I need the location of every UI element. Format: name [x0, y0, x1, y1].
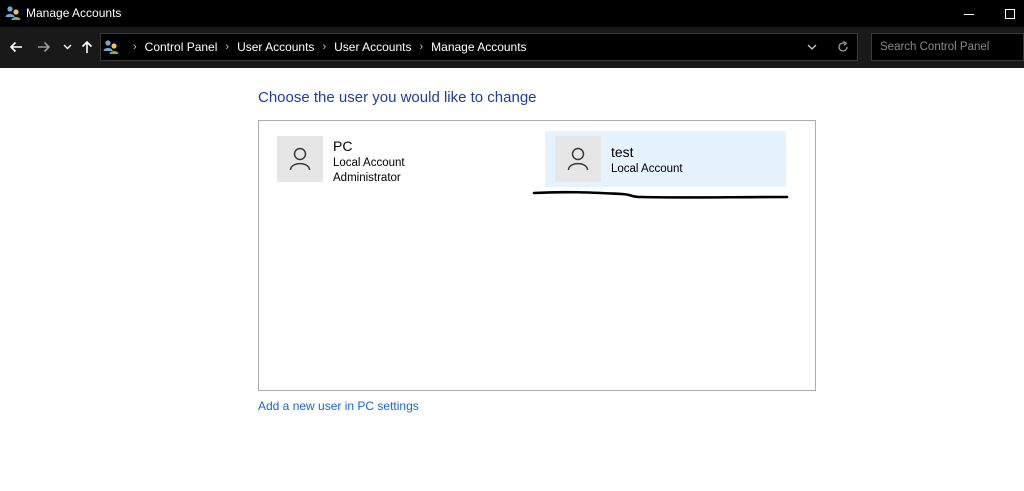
user-accounts-icon [5, 6, 21, 20]
account-type: Local Account [333, 157, 405, 169]
up-arrow-icon [81, 40, 93, 53]
chevron-right-icon: › [322, 41, 327, 53]
chevron-right-icon: › [225, 41, 230, 53]
breadcrumb-manage-accounts[interactable]: Manage Accounts [431, 40, 526, 54]
address-history-button[interactable] [805, 41, 819, 53]
maximize-icon [1005, 8, 1015, 19]
account-role: Administrator [333, 172, 401, 184]
forward-button[interactable] [35, 37, 53, 57]
chevron-right-icon: › [419, 41, 424, 53]
breadcrumb: › Control Panel › User Accounts › User A… [125, 34, 527, 60]
window-title: Manage Accounts [26, 6, 122, 20]
chevron-down-icon [63, 44, 71, 50]
minimize-icon [964, 14, 974, 15]
page-title: Choose the user you would like to change [258, 89, 537, 106]
forward-arrow-icon [38, 41, 51, 53]
account-type: Local Account [611, 163, 683, 175]
user-accounts-icon [103, 40, 119, 54]
account-name: PC [333, 138, 353, 154]
hand-drawn-underline [532, 190, 789, 199]
refresh-icon [838, 41, 848, 52]
chevron-down-icon [807, 44, 817, 50]
search-input[interactable] [871, 33, 1024, 61]
maximize-button[interactable] [995, 0, 1024, 27]
user-icon [289, 147, 311, 171]
recent-locations-button[interactable] [61, 37, 73, 57]
accounts-list: PC Local Account Administrator test Loca… [258, 120, 816, 391]
avatar [555, 136, 601, 182]
user-icon [567, 147, 589, 171]
address-bar[interactable]: › Control Panel › User Accounts › User A… [100, 33, 858, 61]
account-tile-pc[interactable]: PC Local Account Administrator [275, 134, 505, 190]
refresh-button[interactable] [836, 40, 850, 54]
breadcrumb-user-accounts[interactable]: User Accounts [237, 40, 314, 54]
account-tile-test[interactable]: test Local Account [545, 131, 786, 187]
breadcrumb-control-panel[interactable]: Control Panel [145, 40, 218, 54]
minimize-button[interactable] [954, 0, 984, 27]
account-name: test [611, 144, 634, 160]
back-button[interactable] [7, 37, 25, 57]
up-button[interactable] [79, 37, 95, 57]
back-arrow-icon [9, 41, 22, 53]
chevron-right-icon: › [133, 41, 137, 53]
navigation-bar: › Control Panel › User Accounts › User A… [0, 27, 1024, 68]
add-user-link[interactable]: Add a new user in PC settings [258, 399, 419, 413]
breadcrumb-user-accounts-sub[interactable]: User Accounts [334, 40, 411, 54]
title-bar: Manage Accounts [0, 0, 1024, 27]
avatar [277, 136, 323, 182]
